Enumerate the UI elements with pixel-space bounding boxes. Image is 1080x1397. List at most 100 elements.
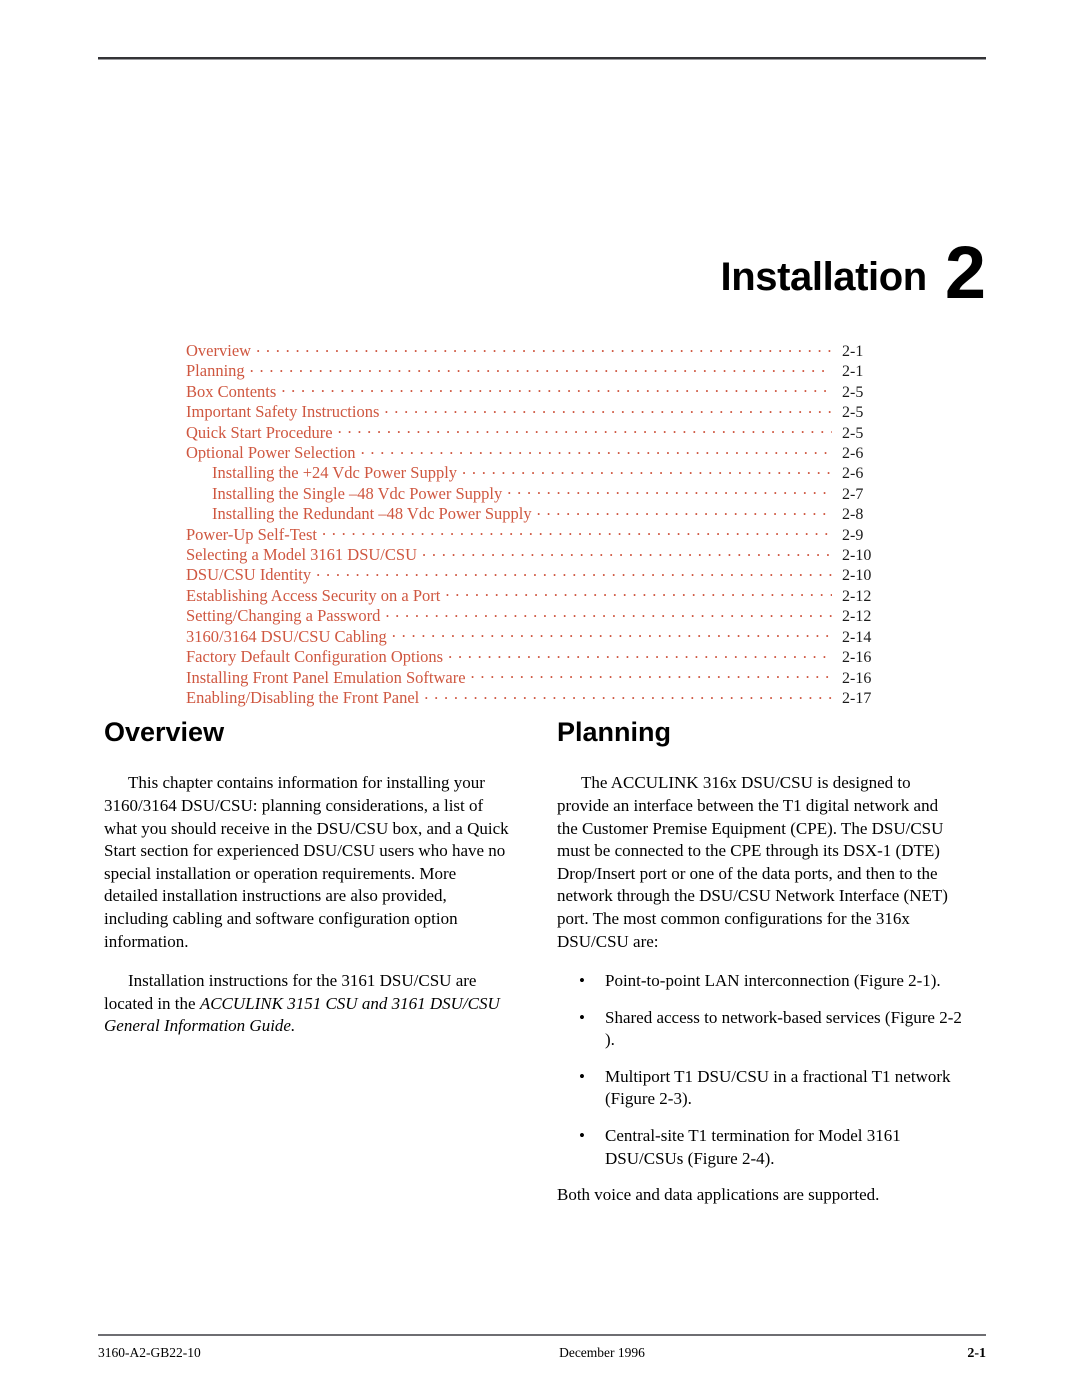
toc-entry-label: Establishing Access Security on a Port [186,585,441,605]
bullet-dot-icon: • [579,971,585,991]
overview-paragraph-2: Installation instructions for the 3161 D… [104,970,510,1038]
toc-leader-dots [256,342,832,356]
toc-entry-page: 2-12 [842,587,872,605]
toc-entry[interactable]: Installing the Single –48 Vdc Power Supp… [186,484,886,504]
toc-entry[interactable]: 3160/3164 DSU/CSU Cabling 2-14 [186,627,886,647]
toc-entry[interactable]: Optional Power Selection 2-6 [186,443,886,463]
toc-entry-page: 2-17 [842,689,872,707]
toc-entry-page: 2-8 [842,506,864,524]
toc-entry[interactable]: Quick Start Procedure 2-5 [186,423,886,443]
toc-entry[interactable]: Installing Front Panel Emulation Softwar… [186,668,886,688]
toc-entry[interactable]: Important Safety Instructions 2-5 [186,402,886,422]
toc-entry-label: Installing the Redundant –48 Vdc Power S… [212,504,532,524]
toc-leader-dots [392,628,832,642]
bullet-dot-icon: • [579,1126,585,1146]
toc-entry-label: Quick Start Procedure [186,422,333,442]
toc-entry-page: 2-5 [842,424,864,442]
toc-entry[interactable]: Factory Default Configuration Options 2-1… [186,647,886,667]
toc-entry-label: Important Safety Instructions [186,402,380,422]
toc-entry[interactable]: Setting/Changing a Password 2-12 [186,606,886,626]
toc-entry-page: 2-6 [842,465,864,483]
toc-entry[interactable]: Planning 2-1 [186,361,886,381]
toc-leader-dots [316,566,832,580]
planning-bullet-list: • Point-to-point LAN interconnection (Fig… [557,970,963,1170]
toc-entry-label: Overview [186,341,252,360]
list-item-label: Central-site T1 termination for Model 31… [605,1126,901,1168]
toc-entry-page: 2-16 [842,669,872,687]
toc-entry[interactable]: Overview 2-1 [186,341,886,361]
overview-paragraph-1: This chapter contains information for in… [104,773,509,951]
list-item-label: Point-to-point LAN interconnection (Figu… [605,971,941,991]
toc-leader-dots [424,689,832,703]
section-heading-planning: Planning [557,717,671,747]
footer-document-id: 3160-A2-GB22-10 [98,1345,201,1360]
bullet-dot-icon: • [579,1066,585,1086]
toc-entry[interactable]: Selecting a Model 3161 DSU/CSU 2-10 [186,545,886,565]
header-rule [98,57,986,60]
toc-leader-dots [384,403,832,417]
toc-entry-page: 2-9 [842,526,864,544]
toc-entry-page: 2-5 [842,404,864,422]
page-footer: 3160-A2-GB22-10 December 1996 2-1 [98,1345,986,1362]
toc-entry-page: 2-1 [842,343,864,360]
toc-entry-page: 2-10 [842,547,872,565]
toc-entry[interactable]: Installing the +24 Vdc Power Supply 2-6 [186,463,886,483]
toc-entry-page: 2-12 [842,608,872,626]
toc-entry-label: 3160/3164 DSU/CSU Cabling [186,626,387,646]
toc-entry-page: 2-14 [842,628,872,646]
toc-entry-page: 2-7 [842,485,864,503]
column-overview: Overview This chapter contains informati… [104,718,510,1055]
toc-leader-dots [385,607,832,621]
toc-entry-label: DSU/CSU Identity [186,565,312,585]
toc-entry[interactable]: Power-Up Self-Test 2-9 [186,525,886,545]
list-item-label: Multiport T1 DSU/CSU in a fractional T1 … [605,1066,951,1109]
toc-entry-label: Installing the Single –48 Vdc Power Supp… [212,483,503,503]
toc-leader-dots [281,383,832,397]
toc-entry-page: 2-1 [842,363,864,381]
toc-entry-label: Setting/Changing a Password [186,606,381,626]
toc-leader-dots [250,362,832,376]
column-planning: Planning The ACCULINK 316x DSU/CSU is de… [557,718,963,1224]
chapter-title-block: Installation 2 [0,228,987,310]
toc-leader-dots [507,485,832,499]
page-title: Installation [720,255,928,299]
toc-leader-dots [322,526,832,540]
table-of-contents: Overview2-1Planning2-1Box Contents2-5Imp… [186,341,886,708]
toc-entry-page: 2-6 [842,445,864,463]
toc-entry[interactable]: Installing the Redundant –48 Vdc Power S… [186,504,886,524]
section-heading-overview: Overview [104,717,225,747]
toc-entry[interactable]: Establishing Access Security on a Port 2-… [186,586,886,606]
toc-entry-label: Factory Default Configuration Options [186,647,444,667]
toc-leader-dots [448,648,832,662]
toc-entry-label: Installing Front Panel Emulation Softwar… [186,667,466,687]
chapter-number: 2 [944,231,986,314]
list-item: • Shared access to network-based services… [557,1007,963,1052]
footer-rule [98,1334,986,1336]
toc-entry[interactable]: DSU/CSU Identity 2-10 [186,565,886,585]
list-item: • Central-site T1 termination for Model 3… [557,1125,963,1170]
toc-entry-label: Optional Power Selection [186,443,356,463]
toc-entry-page: 2-5 [842,383,864,401]
toc-entry-label: Power-Up Self-Test [186,524,317,544]
planning-paragraph-1: The ACCULINK 316x DSU/CSU is designed to… [557,773,948,951]
toc-leader-dots [361,444,832,458]
document-page: Installation 2 Overview2-1Planning2-1Box… [0,0,1080,1397]
list-item: • Point-to-point LAN interconnection (Fig… [557,970,963,993]
footer-date: December 1996 [559,1345,645,1360]
toc-leader-dots [471,669,832,683]
toc-leader-dots [445,587,832,601]
toc-entry-label: Installing the +24 Vdc Power Supply [212,463,458,483]
toc-entry[interactable]: Enabling/Disabling the Front Panel 2-17 [186,688,886,708]
toc-entry-page: 2-10 [842,567,872,585]
toc-entry-label: Selecting a Model 3161 DSU/CSU [186,545,417,565]
toc-leader-dots [537,505,832,519]
toc-leader-dots [422,546,832,560]
toc-entry-page: 2-16 [842,649,872,667]
toc-leader-dots [462,464,832,478]
bullet-dot-icon: • [579,1007,585,1027]
footer-page-number: 2-1 [967,1346,986,1361]
toc-entry-label: Planning [186,361,245,381]
list-item: • Multiport T1 DSU/CSU in a fractional T1… [557,1066,963,1111]
toc-entry[interactable]: Box Contents 2-5 [186,382,886,402]
toc-entry-label: Enabling/Disabling the Front Panel [186,687,420,707]
